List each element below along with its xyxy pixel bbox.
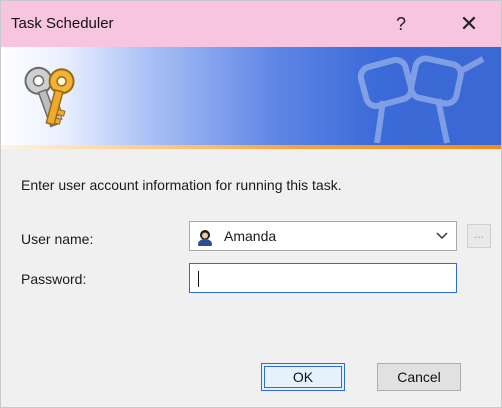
window-title: Task Scheduler bbox=[11, 15, 114, 32]
user-name-combobox[interactable]: Amanda bbox=[189, 221, 457, 251]
cancel-button[interactable]: Cancel bbox=[377, 363, 461, 391]
user-avatar-icon bbox=[196, 228, 214, 246]
password-input[interactable] bbox=[189, 263, 457, 293]
text-caret bbox=[198, 271, 199, 287]
task-scheduler-dialog: Task Scheduler ? ✕ Enter user account in… bbox=[0, 0, 502, 408]
dialog-content: Enter user account information for runni… bbox=[1, 149, 501, 407]
chevron-down-icon[interactable] bbox=[436, 231, 448, 241]
help-button[interactable]: ? bbox=[381, 7, 421, 41]
browse-user-button[interactable]: ... bbox=[467, 224, 491, 248]
keys-watermark-icon bbox=[357, 55, 485, 144]
header-banner bbox=[1, 47, 501, 145]
user-name-label: User name: bbox=[21, 231, 94, 247]
ok-button[interactable]: OK bbox=[261, 363, 345, 391]
password-label: Password: bbox=[21, 271, 87, 287]
close-button[interactable]: ✕ bbox=[449, 7, 489, 41]
title-bar: Task Scheduler ? ✕ bbox=[1, 1, 501, 47]
user-name-value: Amanda bbox=[224, 228, 277, 244]
instructions-text: Enter user account information for runni… bbox=[21, 177, 342, 193]
keys-icon bbox=[24, 66, 75, 128]
